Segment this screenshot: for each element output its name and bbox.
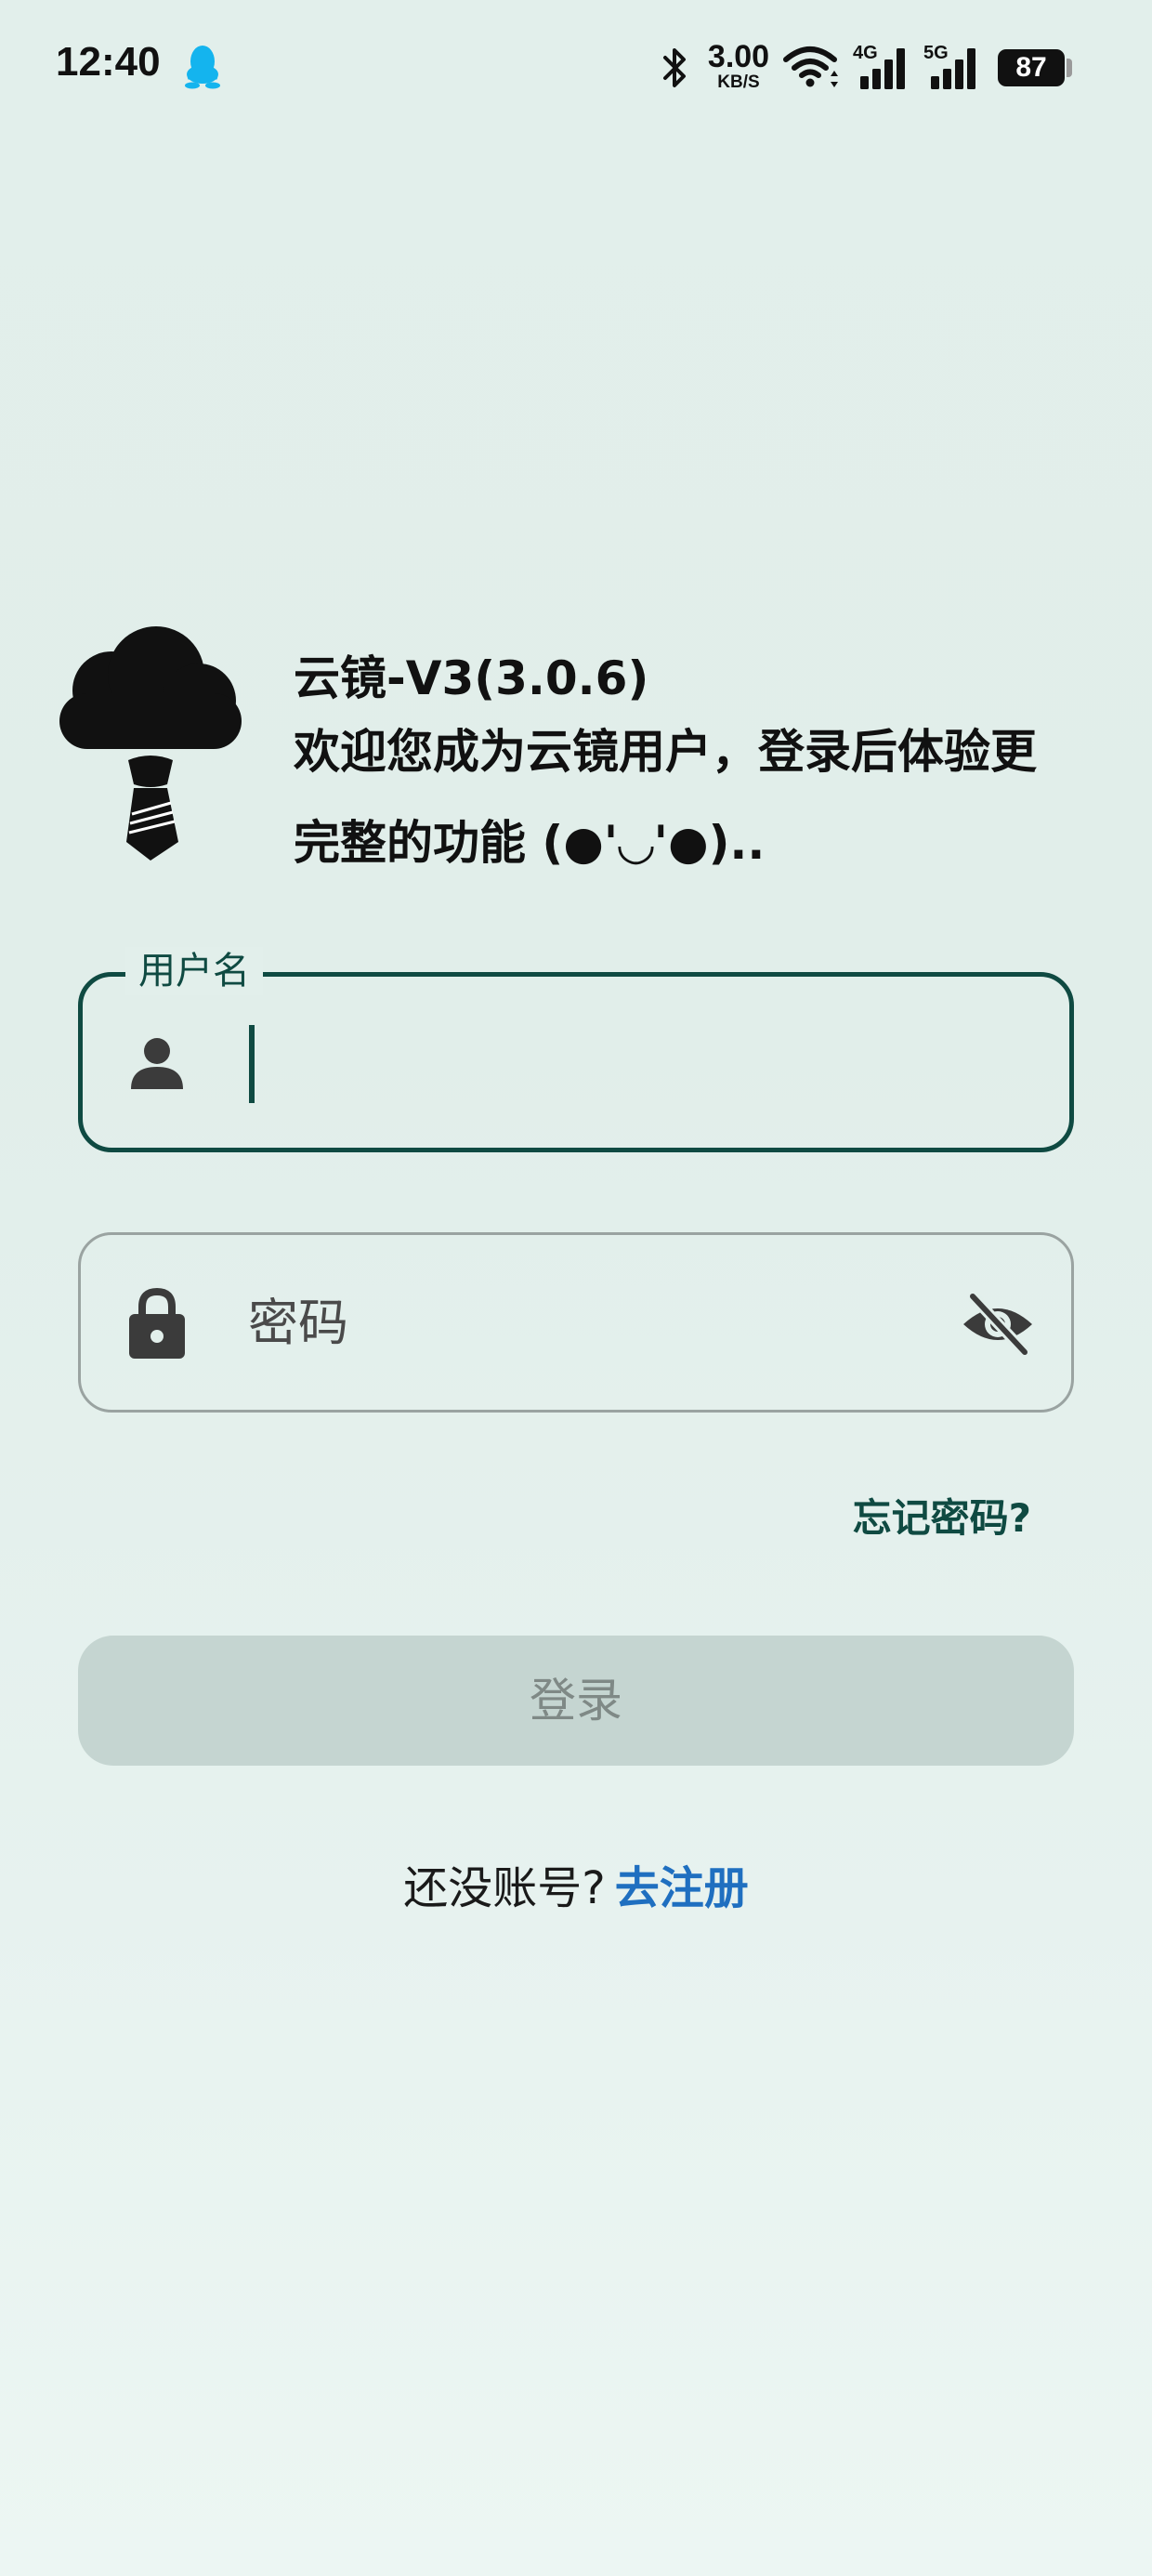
- welcome-line-1: 欢迎您成为云镜用户，登录后体验更: [294, 725, 1037, 779]
- person-icon: [131, 1038, 183, 1089]
- cloud-head-with-tie-logo: [59, 626, 242, 861]
- status-time: 12:40: [56, 39, 161, 85]
- welcome-message: 欢迎您成为云镜用户，登录后体验更 完整的功能 (●'◡'●)..: [294, 706, 1111, 888]
- battery-tip: [1067, 59, 1072, 77]
- network-speed: 3.00 KB/S: [702, 41, 775, 91]
- cell-signal-icon: [931, 48, 975, 89]
- username-input[interactable]: [259, 1014, 1021, 1116]
- text-cursor: [249, 1025, 255, 1103]
- status-bar: 12:40 3.00 KB/S 4G 5G 87: [0, 0, 1152, 139]
- eye-off-icon[interactable]: [960, 1291, 1036, 1358]
- lock-icon: [129, 1287, 185, 1359]
- username-label: 用户名: [125, 947, 263, 995]
- forgot-password-link[interactable]: 忘记密码?: [853, 1487, 1031, 1544]
- password-input[interactable]: [248, 1272, 936, 1374]
- battery-icon: 87: [998, 49, 1065, 86]
- wifi-icon: [783, 46, 838, 87]
- network-speed-value: 3.00: [707, 39, 770, 74]
- register-prompt: 还没账号? 去注册: [0, 1851, 1152, 1916]
- welcome-line-2: 完整的功能 (●'◡'●)..: [294, 816, 766, 870]
- cell-signal-icon: [860, 48, 905, 89]
- qq-penguin-icon: [185, 46, 220, 89]
- login-button[interactable]: 登录: [78, 1636, 1074, 1766]
- no-account-text: 还没账号?: [403, 1862, 606, 1914]
- bluetooth-icon: [663, 48, 686, 87]
- battery-level: 87: [1015, 52, 1047, 83]
- app-title: 云镜-V3(3.0.6): [294, 651, 649, 705]
- network-speed-unit: KB/S: [717, 72, 760, 92]
- register-link[interactable]: 去注册: [615, 1862, 749, 1914]
- password-field[interactable]: [78, 1232, 1074, 1413]
- username-field[interactable]: 用户名: [78, 947, 1074, 1152]
